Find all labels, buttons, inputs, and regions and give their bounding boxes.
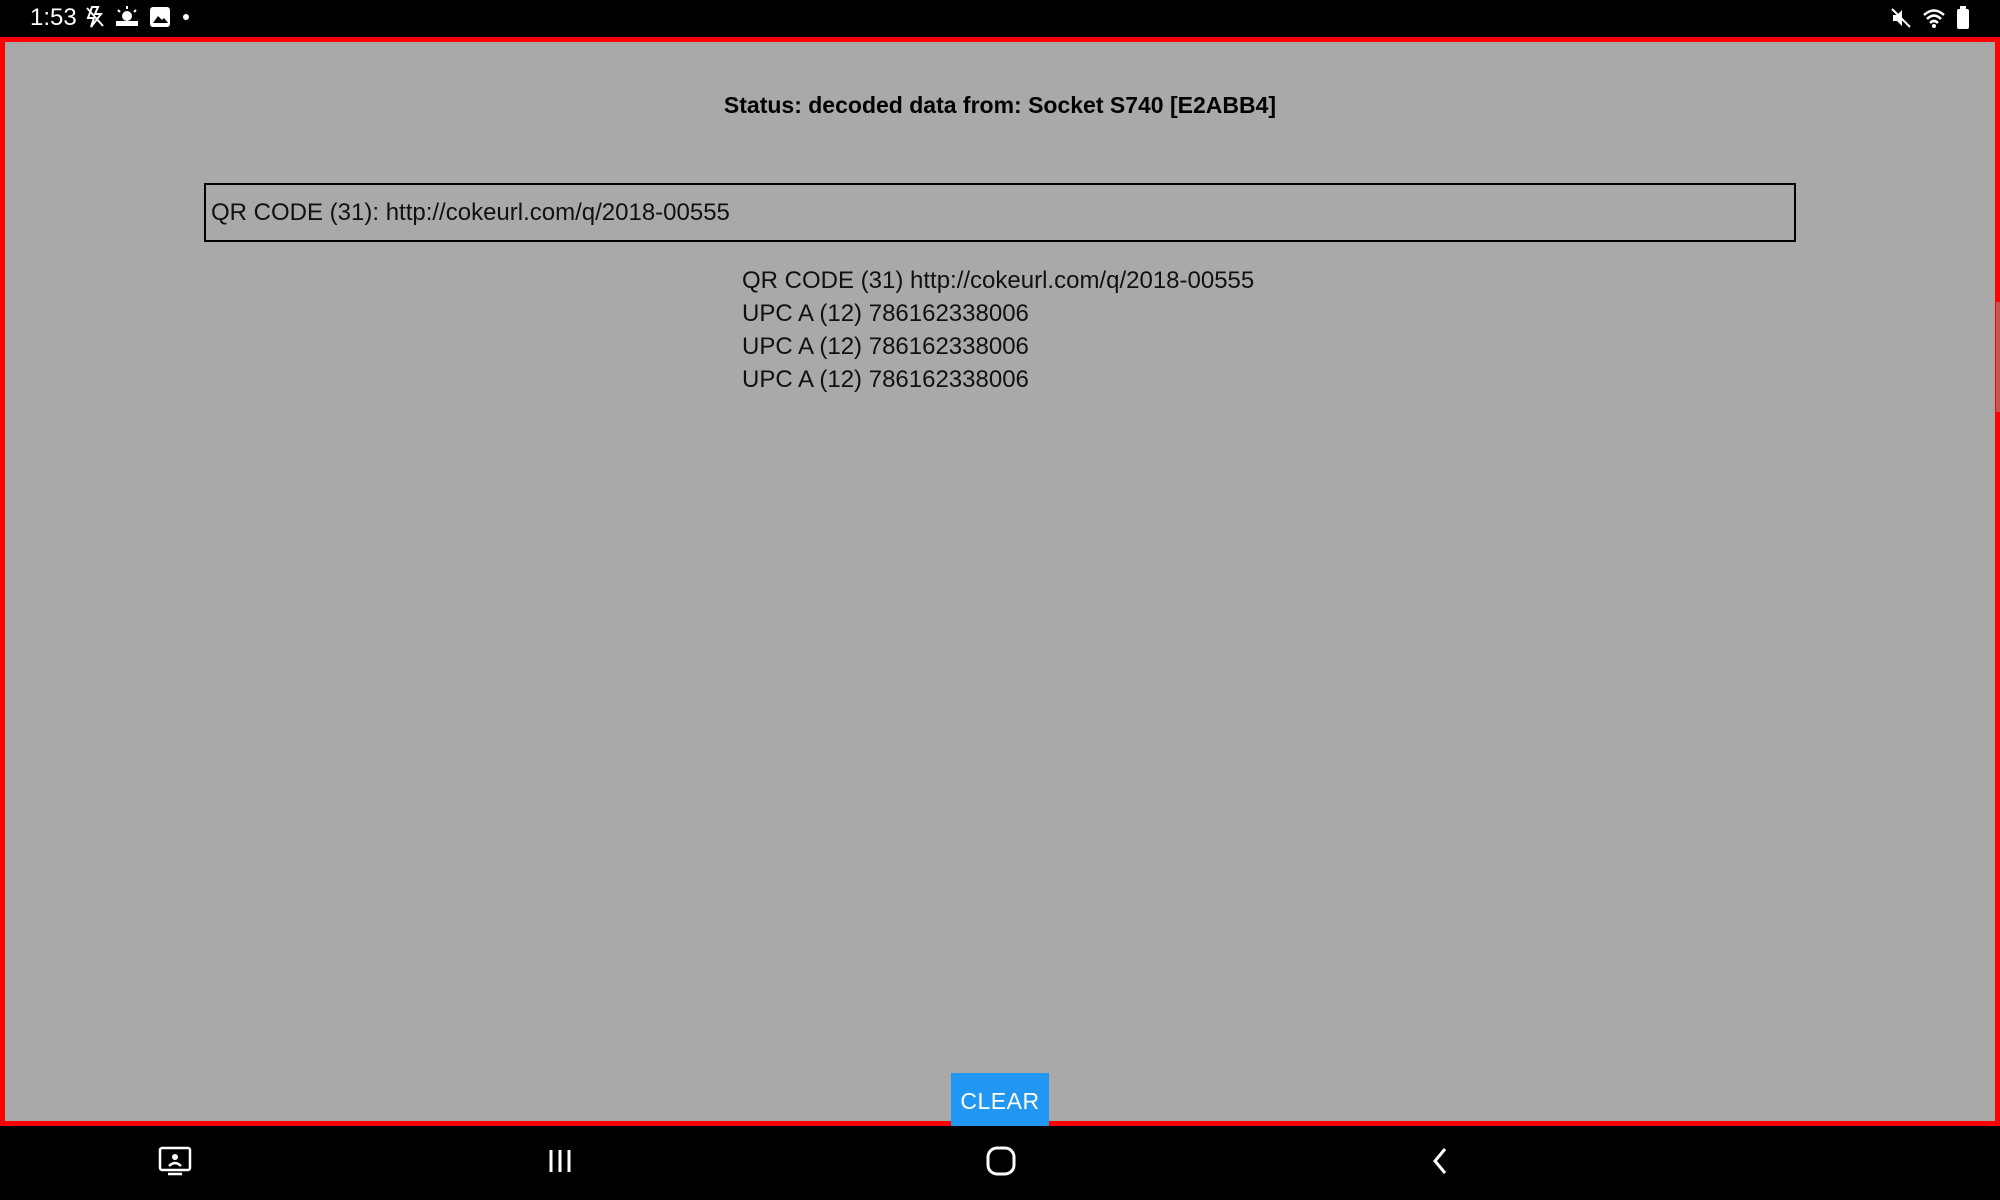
back-icon: [1428, 1145, 1452, 1182]
recents-icon: [545, 1147, 575, 1180]
status-time: 1:53: [30, 4, 77, 31]
list-item[interactable]: QR CODE (31) http://cokeurl.com/q/2018-0…: [742, 264, 1254, 297]
home-button[interactable]: [976, 1138, 1026, 1188]
home-icon: [985, 1145, 1017, 1182]
navigation-bar: [0, 1126, 2000, 1200]
weather-icon: [115, 6, 139, 33]
system-status-bar: 1:53: [0, 0, 2000, 37]
list-item[interactable]: UPC A (12) 786162338006: [742, 330, 1254, 363]
status-left-icons: [85, 6, 191, 33]
recents-button[interactable]: [535, 1138, 585, 1188]
clear-button[interactable]: CLEAR: [951, 1073, 1049, 1129]
list-item[interactable]: UPC A (12) 786162338006: [742, 297, 1254, 330]
wifi-icon: [1922, 7, 1946, 34]
scan-list: QR CODE (31) http://cokeurl.com/q/2018-0…: [742, 264, 1254, 396]
screen-capture-icon: [158, 1146, 192, 1181]
screen-capture-button[interactable]: [150, 1138, 200, 1188]
app-window: Status: decoded data from: Socket S740 […: [0, 37, 2000, 1129]
battery-icon: [1956, 6, 1970, 35]
dot-icon: [181, 6, 191, 33]
status-text: Status: decoded data from: Socket S740 […: [723, 92, 1277, 118]
scan-input[interactable]: [204, 183, 1796, 242]
mute-icon: [1890, 7, 1912, 34]
scroll-indicator[interactable]: [1996, 302, 2000, 412]
gallery-icon: [149, 6, 171, 33]
list-item[interactable]: UPC A (12) 786162338006: [742, 363, 1254, 396]
flash-off-icon: [85, 6, 105, 33]
status-right-icons: [1890, 6, 1970, 35]
back-button[interactable]: [1415, 1138, 1465, 1188]
